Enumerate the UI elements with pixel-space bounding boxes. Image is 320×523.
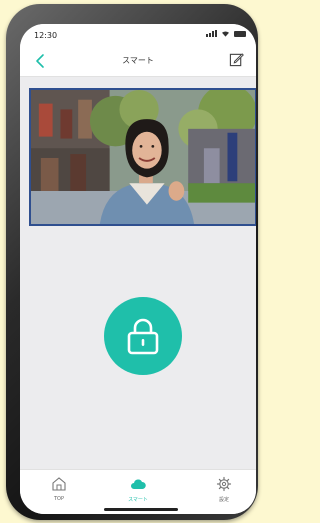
lock-button[interactable] [104,297,182,375]
status-bar: 12:30 [20,24,256,46]
gear-icon [216,476,232,492]
tab-settings[interactable]: 設定 [199,476,249,503]
tab-smart-label: スマート [128,497,148,503]
page-title: スマート [122,56,154,65]
home-indicator [104,508,178,511]
wifi-icon [222,31,229,37]
tab-top[interactable]: TOP [34,476,84,502]
cloud-icon [131,479,146,489]
status-time: 12:30 [34,31,58,40]
edit-note-icon[interactable] [229,52,244,67]
app-screen: 12:30 スマート TOP スマート 設定 [20,24,256,514]
lock-icon [127,318,159,355]
tab-smart[interactable]: スマート [113,476,163,503]
phone-frame: 12:30 スマート TOP スマート 設定 [6,4,258,520]
battery-icon [234,30,246,37]
nav-bar: スマート [20,46,256,77]
camera-image [31,90,255,224]
tab-bar: TOP スマート 設定 [20,469,256,514]
tab-top-label: TOP [53,496,64,502]
status-icons [206,30,246,37]
camera-feed [29,88,256,226]
home-icon [52,477,66,491]
tab-settings-label: 設定 [218,497,229,503]
signal-icon [206,30,217,37]
